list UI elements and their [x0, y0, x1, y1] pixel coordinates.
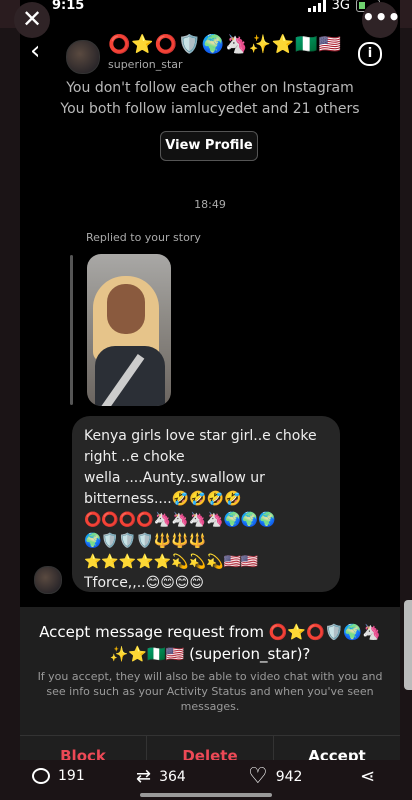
network-label: 3G [331, 0, 350, 13]
status-bar: 9:15 3G [20, 0, 400, 22]
instagram-dm-screen: 9:15 3G ‹ ⭕⭐⭕🛡️🌍🦄✨⭐🇳🇬🇺🇸 superion_star i … [20, 0, 400, 760]
signal-icon [307, 0, 326, 12]
status-time: 9:15 [52, 0, 85, 13]
back-arrow-icon[interactable]: ‹ [30, 36, 40, 66]
story-thumbnail[interactable] [87, 254, 171, 406]
message-request-panel: Accept message request from ⭕⭐⭕🛡️🌍🦄✨⭐🇳🇬🇺… [20, 607, 400, 760]
message-line: ⭐⭐⭐⭐⭐💫💫💫🇺🇸🇺🇸 [84, 554, 259, 570]
mutual-follow-line: You both follow iamlucyedet and 21 other… [60, 101, 360, 117]
message-line: Kenya girls love star girl..e choke [84, 428, 317, 444]
message-line: right ..e choke [84, 449, 185, 465]
block-button[interactable]: Block [20, 736, 147, 760]
like-action[interactable]: ♡ 942 [248, 766, 303, 788]
side-handle[interactable] [404, 600, 412, 690]
message-line: ⭕⭕⭕⭕🦄🦄🦄🦄🌍🌍🌍 [84, 512, 276, 528]
display-name[interactable]: ⭕⭐⭕🛡️🌍🦄✨⭐🇳🇬🇺🇸 [108, 34, 342, 55]
request-actions: Block Delete Accept [20, 735, 400, 760]
comment-icon[interactable] [32, 768, 50, 784]
share-icon[interactable]: ⋖ [360, 768, 375, 786]
comment-action[interactable]: 191 [32, 768, 85, 784]
message-bubble[interactable]: Kenya girls love star girl..e choke righ… [72, 416, 340, 592]
home-indicator [140, 793, 272, 797]
chat-header: ‹ ⭕⭐⭕🛡️🌍🦄✨⭐🇳🇬🇺🇸 superion_star i [20, 34, 400, 74]
info-icon[interactable]: i [358, 42, 382, 66]
request-body: If you accept, they will also be able to… [37, 670, 383, 713]
follow-status-line: You don't follow each other on Instagram [66, 80, 354, 96]
accept-button[interactable]: Accept [274, 736, 400, 760]
request-title: Accept message request from ⭕⭐⭕🛡️🌍🦄✨⭐🇳🇬🇺… [39, 623, 381, 663]
delete-button[interactable]: Delete [147, 736, 274, 760]
close-icon[interactable]: ✕ [14, 2, 50, 38]
more-options-icon[interactable]: ••• [362, 2, 400, 38]
replied-to-story-label: Replied to your story [86, 231, 201, 244]
message-timestamp: 18:49 [194, 198, 226, 211]
retweet-icon[interactable]: ⇄ [136, 768, 151, 786]
retweet-count: 364 [159, 769, 186, 785]
heart-icon[interactable]: ♡ [248, 766, 268, 788]
sender-avatar[interactable] [34, 566, 62, 594]
message-line: bitterness....🤣🤣🤣🤣 [84, 491, 242, 507]
message-line: wella ....Aunty..swallow ur [84, 470, 265, 486]
retweet-action[interactable]: ⇄ 364 [136, 768, 186, 786]
like-count: 942 [275, 769, 303, 785]
view-profile-button[interactable]: View Profile [160, 131, 258, 161]
username[interactable]: superion_star [108, 58, 183, 71]
comment-count: 191 [58, 768, 85, 784]
share-action[interactable]: ⋖ [360, 768, 375, 786]
message-line: Tforce,,..😊😊😊😊 [84, 575, 204, 591]
avatar[interactable] [66, 40, 100, 74]
reply-indicator-bar [70, 255, 73, 405]
message-line: 🌍🛡️🛡️🛡️🔱🔱🔱 [84, 533, 207, 549]
